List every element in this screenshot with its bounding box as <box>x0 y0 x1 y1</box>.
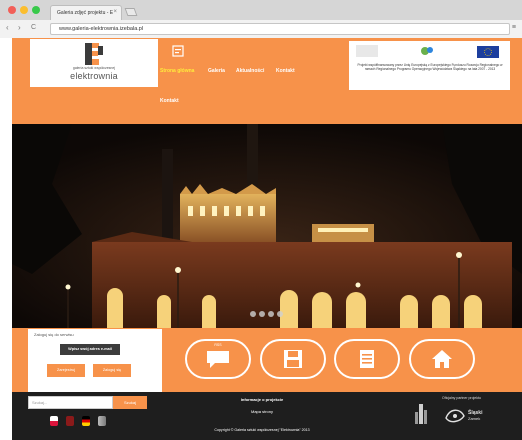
save-icon <box>284 350 302 368</box>
home-icon <box>432 350 452 368</box>
minimize-window-button[interactable] <box>20 6 28 14</box>
nav-item-second-row[interactable]: Kontakt <box>160 98 179 104</box>
logo-name: elektrownia <box>70 71 118 81</box>
nav-item-home[interactable]: Strona główna <box>160 68 194 74</box>
site-footer: Szukaj... Szukaj Informacje o projekcie … <box>12 392 522 440</box>
close-window-button[interactable] <box>8 6 16 14</box>
browser-toolbar: ‹ › C www.galeria-elektrownia.izebala.pl… <box>0 20 522 38</box>
quick-link-tag: RSS <box>214 343 222 347</box>
footer-copyright: Copyright © Galeria sztuki współczesnej … <box>214 428 310 432</box>
browser-menu-icon[interactable]: ≡ <box>512 24 516 31</box>
logo-mark-icon <box>85 43 103 65</box>
nav-item-contact[interactable]: Kontakt <box>276 68 295 74</box>
hero-photo <box>12 124 522 328</box>
quick-link-home[interactable] <box>409 339 475 379</box>
browser-tab[interactable]: Galeria zdjęć projektu - E × <box>50 5 122 20</box>
search-button[interactable]: Szukaj <box>113 396 147 409</box>
slider-dot[interactable] <box>268 311 274 317</box>
chat-icon <box>207 351 229 368</box>
register-button[interactable]: Zarejestruj <box>47 364 85 377</box>
url-text: www.galeria-elektrownia.izebala.pl <box>59 26 144 32</box>
footer-info-title[interactable]: Informacje o projekcie <box>162 397 362 402</box>
flag-other-icon[interactable] <box>98 416 106 426</box>
forward-icon[interactable]: › <box>18 23 21 32</box>
partner-logo: Śląski Zamek <box>445 409 483 423</box>
email-login-button[interactable]: Wpisz swój adres e-mail <box>60 344 120 355</box>
quick-links-band: Zaloguj się do serwisu Wpisz swój adres … <box>12 328 522 392</box>
browser-chrome: Galeria zdjęć projektu - E × ‹ › C www.g… <box>0 0 522 38</box>
slider-dot[interactable] <box>277 311 283 317</box>
back-icon[interactable]: ‹ <box>6 23 9 32</box>
nav-item-gallery[interactable]: Galeria <box>208 68 225 74</box>
login-button[interactable]: Zaloguj się <box>93 364 131 377</box>
login-label: Zaloguj się do serwisu <box>34 332 74 337</box>
eu-flag-icon <box>477 46 499 58</box>
logo-tagline: galeria sztuki współczesnej <box>72 66 116 70</box>
quick-link-document[interactable] <box>334 339 400 379</box>
login-panel: Zaloguj się do serwisu Wpisz swój adres … <box>28 329 162 392</box>
footer-map-link[interactable]: Mapa strony <box>162 409 362 414</box>
slider-dot[interactable] <box>250 311 256 317</box>
svg-text:Śląski: Śląski <box>468 409 483 416</box>
home-nav-icon <box>172 45 184 57</box>
site-logo[interactable]: galeria sztuki współczesnej elektrownia <box>30 39 158 87</box>
program-logo <box>356 45 378 57</box>
quick-link-chat[interactable]: RSS <box>185 339 251 379</box>
partner-hint: Oficjalny partner projektu <box>442 396 481 400</box>
reload-icon[interactable]: C <box>31 24 36 31</box>
flag-pl-icon[interactable] <box>50 416 58 426</box>
new-tab-button[interactable] <box>124 8 138 16</box>
eu-funding-banner: Projekt współfinansowany przez Unię Euro… <box>349 41 510 90</box>
partner-tower-logo-icon <box>415 404 427 424</box>
flag-de-icon[interactable] <box>82 416 90 426</box>
flag-gb-icon[interactable] <box>66 416 74 426</box>
document-icon <box>360 350 374 368</box>
slider-dot[interactable] <box>259 311 265 317</box>
nav-item-news[interactable]: Aktualności <box>236 68 264 74</box>
search-input[interactable]: Szukaj... <box>28 396 113 409</box>
eu-funding-text: Projekt współfinansowany przez Unię Euro… <box>357 63 503 71</box>
quick-link-save[interactable] <box>260 339 326 379</box>
svg-text:Zamek: Zamek <box>468 416 480 421</box>
tab-strip: Galeria zdjęć projektu - E × <box>0 0 522 20</box>
address-bar[interactable]: www.galeria-elektrownia.izebala.pl <box>50 23 510 35</box>
site-header: galeria sztuki współczesnej elektrownia … <box>12 38 522 124</box>
tab-title: Galeria zdjęć projektu - E <box>57 10 114 16</box>
maximize-window-button[interactable] <box>32 6 40 14</box>
tab-close-icon[interactable]: × <box>113 9 117 15</box>
region-logo-icon <box>421 47 433 55</box>
slider-pagination <box>250 311 286 319</box>
hero-slider <box>12 124 522 328</box>
